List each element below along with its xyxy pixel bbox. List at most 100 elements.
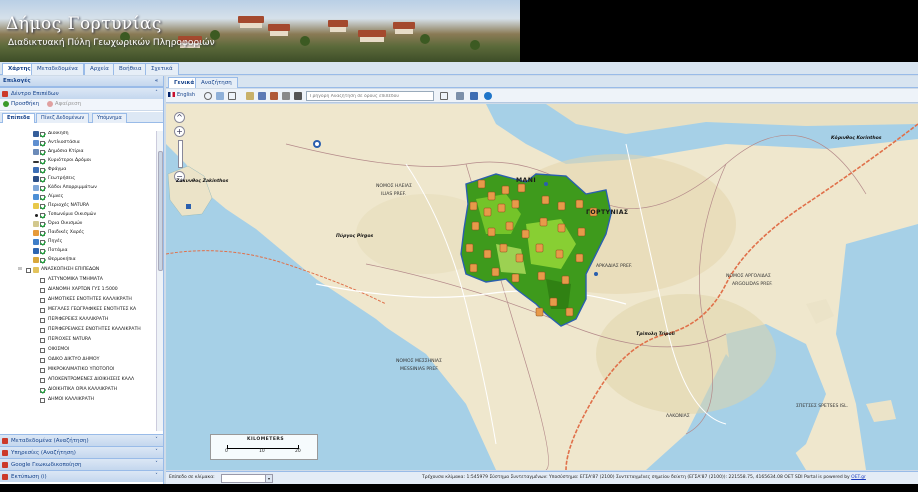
scrollbar-thumb[interactable] (158, 151, 163, 271)
layer-label: ΟΔΙΚΟ ΔΙΚΤΥΟ ΔΗΜΟΥ (48, 357, 100, 362)
layer-checkbox[interactable] (40, 318, 45, 323)
layer-checkbox[interactable] (40, 186, 45, 191)
pan-icon[interactable] (228, 92, 236, 100)
label-gortynias: ΓΟΡΤΥΝΙΑΣ (586, 209, 629, 216)
add-layer-label: Προσθήκη (11, 101, 40, 107)
identify-icon[interactable] (456, 92, 464, 100)
layer-label: ΜΙΚΡΟΚΛΙΜΑΤΙΚΟ ΥΠΟΤΟΠΟΙ (48, 367, 115, 372)
expand-icon[interactable]: ⊟ (18, 267, 22, 272)
zoom-slider[interactable] (177, 140, 183, 168)
scale-select[interactable]: ▾ (221, 474, 273, 483)
layer-checkbox[interactable] (40, 141, 45, 146)
layer-tree-scrollbar[interactable] (156, 131, 163, 431)
layer-checkbox[interactable] (40, 388, 45, 393)
language-switch[interactable]: English (168, 92, 195, 98)
layer-checkbox[interactable] (40, 348, 45, 353)
label-mani: ΜΑΝΙ (516, 177, 537, 184)
zoom-in-icon[interactable] (216, 92, 224, 100)
layer-checkbox[interactable] (40, 368, 45, 373)
layer-checkbox[interactable] (40, 398, 45, 403)
layer-checkbox[interactable] (40, 328, 45, 333)
layer-label: Όρια Οικισμών (48, 221, 83, 226)
accordion-services-search[interactable]: Υπηρεσίες (Αναζήτηση) ˅ (0, 446, 163, 458)
accordion-google-geocoding[interactable]: Google Γεωκωδικοποίηση ˅ (0, 458, 163, 470)
layer-checkbox[interactable] (40, 338, 45, 343)
quick-search-input[interactable] (306, 91, 434, 101)
remove-layer-button[interactable]: Αφαίρεση (46, 101, 81, 107)
layer-checkbox[interactable] (40, 222, 45, 227)
accordion-metadata-search[interactable]: Μεταδεδομένα (Αναζήτηση) ˅ (0, 434, 163, 446)
subtab-data-table[interactable]: Πίνεζ Δεδομένων (36, 113, 90, 123)
zoom-control: ^ + − (174, 112, 186, 185)
layer-label: ΑΣΤΥΝΟΜΙΚΑ ΤΜΗΜΑΤΑ (48, 277, 103, 282)
site-title: Δήμος Γορτυνίας (6, 14, 162, 34)
metadata-icon (2, 438, 8, 444)
chevron-down-icon[interactable]: ˅ (153, 449, 160, 456)
layer-label: Κάδοι Απορριμμάτων (48, 185, 97, 190)
tab-help[interactable]: Βοήθεια (113, 63, 148, 75)
layer-label: Λίμνες (48, 194, 64, 199)
layer-checkbox[interactable] (40, 249, 45, 254)
chevron-down-icon[interactable]: ˅ (153, 437, 160, 444)
tab-files[interactable]: Αρχεία (84, 63, 115, 75)
bookmark-icon[interactable] (282, 92, 290, 100)
group-checkbox[interactable] (26, 268, 31, 273)
oet-link[interactable]: OET.gr (851, 475, 866, 480)
print-map-icon[interactable] (258, 92, 266, 100)
measure-icon[interactable] (246, 92, 254, 100)
layer-checkbox[interactable] (40, 378, 45, 383)
services-icon (2, 450, 8, 456)
map-toolbar: English (166, 89, 918, 103)
layer-icon (33, 149, 39, 155)
label-lakonias: ΛΑΚΩΝΙΑΣ (666, 414, 690, 419)
print-icon (2, 474, 8, 480)
accordion-print[interactable]: Εκτύπωση (i) ˅ (0, 470, 163, 482)
layer-label: ΔΙΑΝΟΜΗ ΧΑΡΤΩΝ ΓΥΣ 1:5000 (48, 287, 118, 292)
layer-checkbox[interactable] (40, 159, 45, 164)
tab-metadata[interactable]: Μεταδεδομένα (31, 63, 84, 75)
chevron-up-icon[interactable]: ˄ (153, 90, 160, 97)
layer-checkbox[interactable] (40, 132, 45, 137)
layer-checkbox[interactable] (40, 358, 45, 363)
draw-icon[interactable] (270, 92, 278, 100)
save-icon[interactable] (470, 92, 478, 100)
subtab-legend[interactable]: Υπόμνημα (92, 113, 127, 123)
rotate-icon[interactable] (204, 92, 212, 100)
chevron-down-icon[interactable]: ▾ (265, 475, 272, 482)
layer-checkbox[interactable] (40, 168, 45, 173)
layer-checkbox[interactable] (40, 288, 45, 293)
zoom-plus-button[interactable]: + (174, 126, 185, 137)
layer-checkbox[interactable] (40, 177, 45, 182)
chevron-down-icon[interactable]: ˅ (153, 461, 160, 468)
layer-checkbox[interactable] (40, 204, 45, 209)
layer-label: Τοπωνύμια Οικισμών (48, 212, 97, 217)
add-layer-button[interactable]: Προσθήκη (3, 101, 39, 107)
label-pyrgos: Πύργος Pirgos (336, 234, 374, 239)
layer-checkbox[interactable] (40, 308, 45, 313)
layer-checkbox[interactable] (40, 150, 45, 155)
tab-search[interactable]: Αναζήτηση (195, 77, 238, 88)
layer-checkbox[interactable] (40, 278, 45, 283)
chevron-down-icon[interactable]: ˅ (153, 473, 160, 480)
layer-checkbox[interactable] (40, 231, 45, 236)
minus-icon (46, 101, 53, 107)
accordion-label: Υπηρεσίες (Αναζήτηση) (11, 450, 76, 456)
globe-icon[interactable] (484, 92, 492, 100)
geocode-icon (2, 462, 8, 468)
subtab-layers[interactable]: Επίπεδα (2, 113, 35, 123)
layer-checkbox[interactable] (40, 298, 45, 303)
layer-checkbox[interactable] (40, 240, 45, 245)
home-icon[interactable] (294, 92, 302, 100)
tab-about[interactable]: Σχετικά (145, 63, 179, 75)
map-view[interactable]: ^ + − Ζάκυνθος Zakinthos Πύργος Pirgos Κ… (166, 104, 918, 470)
layer-checkbox[interactable] (40, 213, 45, 218)
collapse-left-icon[interactable]: « (153, 78, 160, 85)
layer-icon (33, 221, 39, 227)
layer-checkbox[interactable] (40, 258, 45, 263)
layer-icon (33, 239, 39, 245)
layer-checkbox[interactable] (40, 195, 45, 200)
layer-tree-header[interactable]: Δέντρο Επιπέδων ˄ (0, 87, 163, 99)
layer-label: Φράγμα (48, 167, 67, 172)
pan-north-icon[interactable]: ^ (174, 112, 185, 123)
search-icon[interactable] (440, 92, 448, 100)
